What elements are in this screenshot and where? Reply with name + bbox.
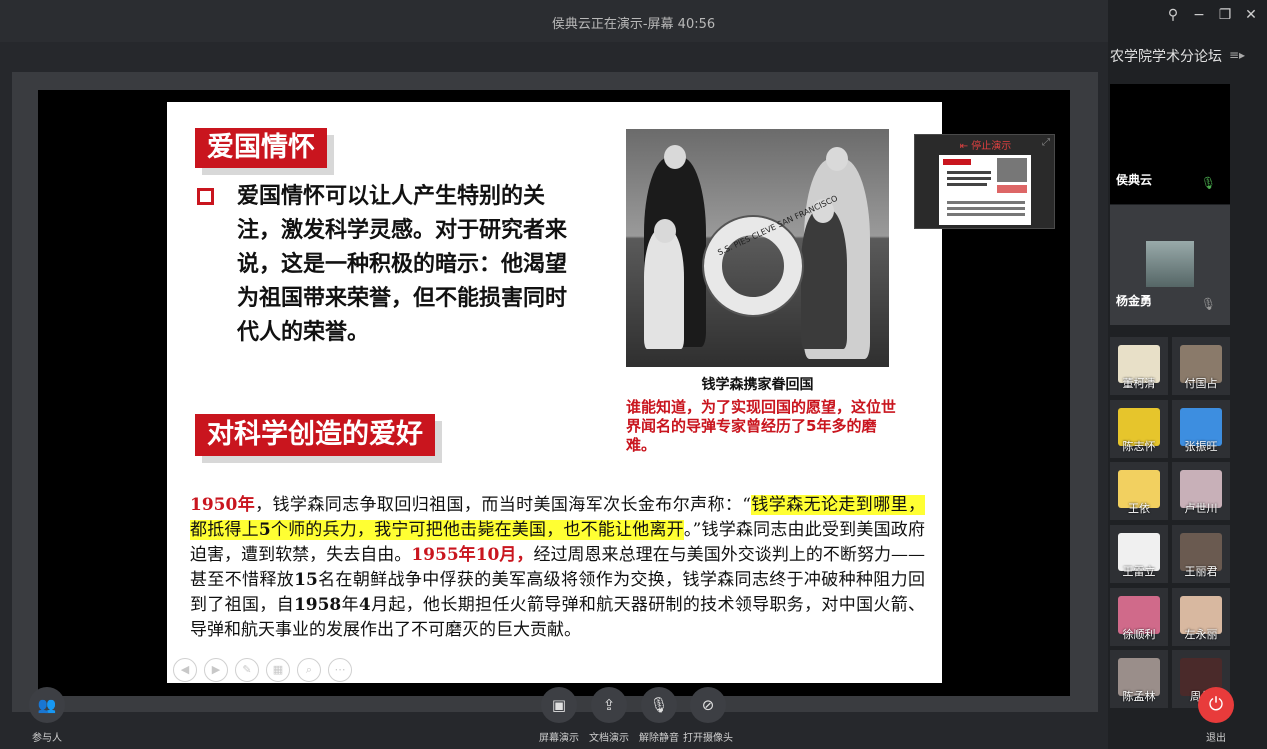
pen-icon[interactable]: ✎ [235,658,259,682]
zoom-icon[interactable]: ⌕ [297,658,321,682]
unmute-button[interactable]: 🎙 解除静音 [639,687,679,744]
slide-heading-patriotism: 爱国情怀 [195,128,327,168]
stop-presenting-button[interactable]: ⇤ 停止演示 [915,137,1056,152]
meeting-title: 农学院学术分论坛 [1110,49,1222,65]
document-share-icon: ⇪ [591,687,627,723]
participant-tile[interactable]: 王雷立 [1110,525,1168,583]
history-paragraph: 1950年，钱学森同志争取回归祖国，而当时美国海军次长金布尔声称：“钱学森无论走… [190,495,926,640]
more-icon[interactable]: ⋯ [328,658,352,682]
thumbnails-icon[interactable]: ▦ [266,658,290,682]
window-controls: ⚲ − ❐ ✕ [1163,6,1261,24]
shared-slide: 爱国情怀 爱国情怀可以让人产生特别的关注，激发科学灵感。对于研究者来说，这是一种… [167,102,942,683]
window-title: 侯典云正在演示-屏幕 40:56 [551,17,716,32]
share-preview: ⇤ 停止演示 ⤢ [914,134,1055,229]
participant-tile[interactable]: 左永丽 [1172,588,1230,646]
avatar [1146,241,1194,287]
participant-tile[interactable]: 王依 [1110,462,1168,520]
screen-share-icon: ▣ [541,687,577,723]
document-share-button[interactable]: ⇪ 文档演示 [589,687,629,744]
participants-button[interactable]: 👥 参与人 [29,687,65,744]
expand-icon[interactable]: ⤢ [1042,137,1050,148]
power-icon: ⏻ [1198,687,1234,723]
photo-caption: 钱学森携家眷回国 [701,377,814,393]
participant-tile[interactable]: 张振旺 [1172,400,1230,458]
participant-tile[interactable]: 董柯清 [1110,337,1168,395]
preview-thumbnail [939,155,1031,225]
camera-button[interactable]: ⊘ 打开摄像头 [683,687,733,744]
participant-tile[interactable]: 卢世川 [1172,462,1230,520]
slide-toolbar: ◀ ▶ ✎ ▦ ⌕ ⋯ [173,658,352,682]
microphone-on-icon: 🎙 [1200,176,1216,190]
next-icon[interactable]: ▶ [204,658,228,682]
prev-icon[interactable]: ◀ [173,658,197,682]
presenter-tile[interactable]: 杨金勇 🎙 [1110,205,1230,325]
bullet-square-icon [197,188,214,205]
patriotism-text: 爱国情怀可以让人产生特别的关注，激发科学灵感。对于研究者来说，这是一种积极的暗示… [237,184,568,345]
participant-tile[interactable]: 王丽君 [1172,525,1230,583]
presenter-tile[interactable]: 侯典云 🎙 [1110,84,1230,204]
participants-icon: 👥 [29,687,65,723]
participant-tile[interactable]: 付国占 [1172,337,1230,395]
screen-share-button[interactable]: ▣ 屏幕演示 [539,687,579,744]
participant-tile[interactable]: 徐顺利 [1110,588,1168,646]
camera-off-icon: ⊘ [690,687,726,723]
collapse-list-icon[interactable]: ≡▸ [1229,48,1245,62]
slide-heading-science-love: 对科学创造的爱好 [195,414,435,456]
exit-button[interactable]: ⏻ 退出 [1198,687,1234,744]
bottom-toolbar: 👥 参与人 ▣ 屏幕演示 ⇪ 文档演示 🎙 解除静音 ⊘ 打开摄像头 ⏻ 退出 [0,683,1267,749]
close-icon[interactable]: ✕ [1241,6,1261,24]
minimize-icon[interactable]: − [1189,6,1209,24]
microphone-muted-icon: 🎙 [641,687,677,723]
microphone-muted-icon: 🎙 [1200,297,1216,311]
participant-tile[interactable]: 陈志怀 [1110,400,1168,458]
historical-family-photo: S.S. PIES CLEVE SAN FRANCISCO [626,129,889,367]
pin-icon[interactable]: ⚲ [1163,6,1183,24]
photo-red-note: 谁能知道，为了实现回国的愿望，这位世界闻名的导弹专家曾经历了5年多的磨难。 [626,398,897,454]
presenter-name: 杨金勇 [1116,294,1153,308]
restore-icon[interactable]: ❐ [1215,6,1235,24]
presenter-name: 侯典云 [1116,173,1153,187]
